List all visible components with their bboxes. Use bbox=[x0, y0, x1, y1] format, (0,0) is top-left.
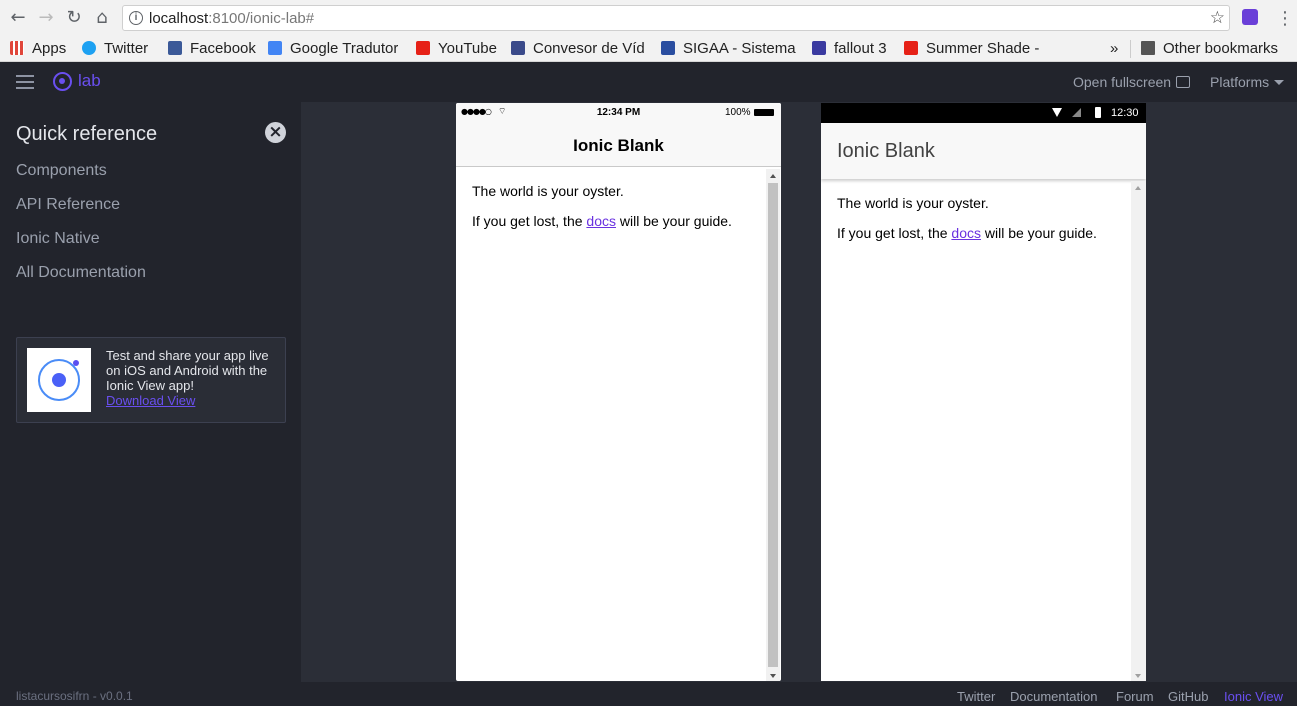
back-icon[interactable]: ← bbox=[8, 8, 28, 28]
info-icon[interactable]: i bbox=[129, 11, 143, 25]
browser-toolbar: ← → ↻ ⌂ i localhost:8100/ionic-lab# ☆ ⋮ bbox=[0, 0, 1297, 36]
other-bookmarks[interactable]: Other bookmarks bbox=[1141, 39, 1278, 59]
bookmarks-overflow-button[interactable]: » bbox=[1110, 39, 1118, 59]
scrollbar-thumb[interactable] bbox=[768, 183, 778, 667]
ios-scrollbar[interactable] bbox=[766, 169, 780, 681]
lab-footer: listacursosifrn - v0.0.1 Twitter Documen… bbox=[0, 682, 1297, 706]
ios-status-bar: ●●●●○ ⌔ 12:34 PM 100% bbox=[456, 103, 781, 123]
cell-signal-icon bbox=[1072, 108, 1081, 117]
folder-icon bbox=[1141, 41, 1155, 55]
home-icon[interactable]: ⌂ bbox=[92, 8, 112, 28]
google-translate-icon bbox=[268, 41, 282, 55]
battery-icon bbox=[754, 109, 774, 116]
sidebar-link-api-reference[interactable]: API Reference bbox=[16, 196, 120, 214]
twitter-icon bbox=[82, 41, 96, 55]
download-view-link[interactable]: Download View bbox=[106, 393, 195, 408]
menu-icon[interactable]: ⋮ bbox=[1276, 8, 1294, 29]
ionic-lab: lab Open fullscreen Platforms Quick refe… bbox=[0, 62, 1297, 706]
extension-icon[interactable] bbox=[1242, 9, 1258, 25]
reload-icon[interactable]: ↻ bbox=[64, 8, 84, 28]
youtube-icon bbox=[904, 41, 918, 55]
android-status-bar: 12:30 bbox=[821, 103, 1146, 123]
bookmarks-bar: Apps Twitter Facebook Google Tradutor Yo… bbox=[0, 36, 1297, 62]
android-content-line2: If you get lost, the docs will be your g… bbox=[837, 225, 1097, 241]
ios-toolbar: Ionic Blank bbox=[456, 123, 781, 167]
bookmark-apps[interactable]: Apps bbox=[10, 39, 66, 59]
ios-content-line2: If you get lost, the docs will be your g… bbox=[472, 213, 732, 229]
bookmark-twitter[interactable]: Twitter bbox=[82, 39, 148, 59]
footer-link-ionic-view[interactable]: Ionic View bbox=[1224, 689, 1283, 704]
wifi-icon bbox=[1052, 108, 1062, 117]
lab-header: lab Open fullscreen Platforms bbox=[0, 62, 1297, 102]
quick-reference-sidebar: Quick reference × Components API Referen… bbox=[0, 102, 301, 682]
sidebar-title: Quick reference bbox=[16, 123, 158, 145]
ionic-logo-icon bbox=[53, 72, 72, 91]
android-content-line1: The world is your oyster. bbox=[837, 195, 989, 211]
youtube-icon bbox=[416, 41, 430, 55]
footer-link-documentation[interactable]: Documentation bbox=[1010, 689, 1097, 704]
logo-text: lab bbox=[78, 71, 101, 90]
docs-link[interactable]: docs bbox=[586, 213, 616, 229]
android-device-preview: 12:30 Ionic Blank The world is your oyst… bbox=[821, 103, 1146, 681]
caret-down-icon bbox=[1274, 80, 1285, 85]
ios-device-preview: ●●●●○ ⌔ 12:34 PM 100% Ionic Blank The wo… bbox=[456, 103, 781, 681]
android-scrollbar[interactable] bbox=[1131, 181, 1146, 681]
sigaa-icon bbox=[661, 41, 675, 55]
hamburger-menu-icon[interactable] bbox=[16, 75, 34, 89]
app-version: listacursosifrn - v0.0.1 bbox=[16, 689, 133, 703]
ionic-view-promo: Test and share your app live on iOS and … bbox=[16, 337, 286, 423]
sidebar-link-components[interactable]: Components bbox=[16, 162, 107, 180]
bookmark-summer-shade[interactable]: Summer Shade - bbox=[904, 39, 1040, 59]
sidebar-link-all-documentation[interactable]: All Documentation bbox=[16, 264, 146, 282]
open-fullscreen-button[interactable]: Open fullscreen bbox=[1073, 74, 1191, 90]
footer-link-twitter[interactable]: Twitter bbox=[957, 689, 995, 704]
divider bbox=[1130, 40, 1131, 58]
bookmark-youtube[interactable]: YouTube bbox=[416, 39, 497, 59]
url-text: localhost:8100/ionic-lab# bbox=[149, 10, 315, 27]
ios-battery-text: 100% bbox=[725, 107, 751, 118]
footer-link-forum[interactable]: Forum bbox=[1116, 689, 1154, 704]
converter-icon bbox=[511, 41, 525, 55]
fallout-icon bbox=[812, 41, 826, 55]
bookmark-convesor[interactable]: Convesor de Víd bbox=[511, 39, 649, 59]
apps-grid-icon bbox=[10, 41, 24, 55]
promo-text: Test and share your app live on iOS and … bbox=[106, 348, 269, 393]
footer-link-github[interactable]: GitHub bbox=[1168, 689, 1208, 704]
docs-link[interactable]: docs bbox=[951, 225, 981, 241]
external-link-icon bbox=[1176, 76, 1191, 88]
bookmark-star-icon[interactable]: ☆ bbox=[1210, 8, 1225, 28]
android-time: 12:30 bbox=[1111, 107, 1139, 119]
address-bar[interactable]: i localhost:8100/ionic-lab# ☆ bbox=[122, 5, 1230, 31]
ionic-view-logo-icon bbox=[27, 348, 91, 412]
facebook-icon bbox=[168, 41, 182, 55]
battery-icon bbox=[1095, 107, 1101, 118]
bookmark-google-tradutor[interactable]: Google Tradutor bbox=[268, 39, 398, 59]
ios-content-line1: The world is your oyster. bbox=[472, 183, 624, 199]
close-icon[interactable]: × bbox=[265, 122, 286, 143]
forward-icon[interactable]: → bbox=[36, 8, 56, 28]
sidebar-link-ionic-native[interactable]: Ionic Native bbox=[16, 230, 100, 248]
ios-page-title: Ionic Blank bbox=[573, 136, 664, 155]
bookmark-sigaa[interactable]: SIGAA - Sistema bbox=[661, 39, 799, 59]
bookmark-facebook[interactable]: Facebook bbox=[168, 39, 256, 59]
bookmark-fallout[interactable]: fallout 3 bbox=[812, 39, 887, 59]
platforms-dropdown[interactable]: Platforms bbox=[1210, 74, 1285, 90]
android-page-title: Ionic Blank bbox=[837, 140, 935, 162]
android-toolbar: Ionic Blank bbox=[821, 123, 1146, 179]
